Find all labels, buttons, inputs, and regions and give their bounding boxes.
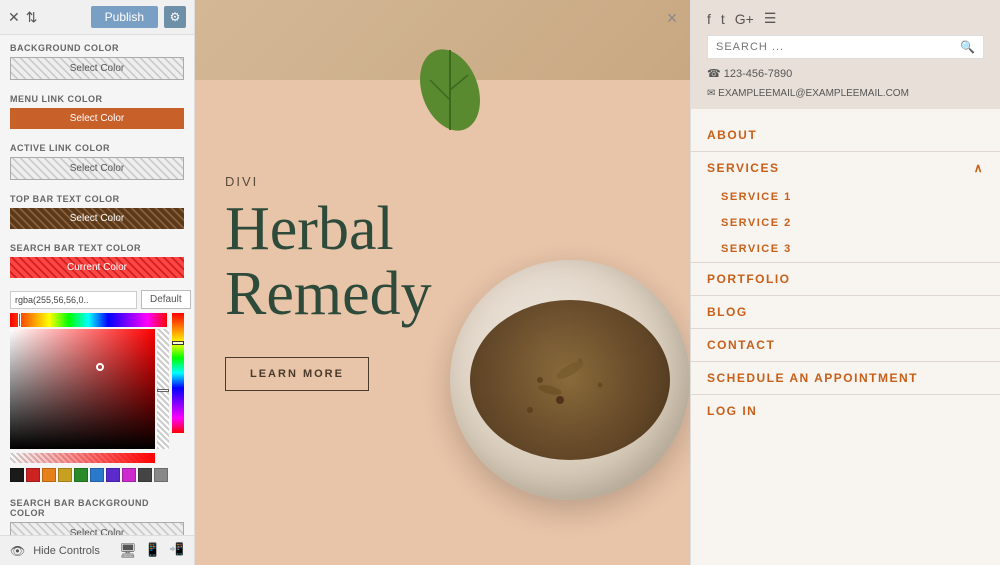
search-input[interactable] [716, 41, 960, 53]
active-link-color-label: ACTIVE LINK COLOR [10, 143, 184, 153]
nav-label-contact: CONTACT [707, 338, 775, 352]
close-x-icon: × [667, 8, 678, 29]
nav-sub-item-service2[interactable]: SERVICE 2 [691, 210, 1000, 236]
menu-link-color-section: MENU LINK COLOR Select Color [0, 86, 194, 135]
top-bar-text-color-button[interactable]: Select Color [10, 208, 184, 229]
gear-button[interactable]: ⚙ [164, 6, 186, 28]
swatch-yellow[interactable] [58, 468, 72, 482]
rss-icon[interactable]: ☰ [764, 10, 777, 27]
alpha-slider-v[interactable] [157, 329, 169, 449]
tablet-icon[interactable]: 📱 [145, 542, 161, 559]
swatch-darkgray[interactable] [138, 468, 152, 482]
nav-sub-item-service1[interactable]: SERVICE 1 [691, 184, 1000, 210]
search-bar-bg-button[interactable]: Select Color [10, 522, 184, 535]
top-bar-text-color-section: TOP BAR TEXT COLOR Select Color [0, 186, 194, 235]
close-icon[interactable]: ✕ [8, 9, 20, 26]
phone-text: ☎ 123-456-7890 [707, 67, 792, 80]
picker-cursor [96, 363, 104, 371]
menu-link-color-button[interactable]: Select Color [10, 108, 184, 129]
desktop-icon[interactable]: 🖥 [119, 542, 137, 559]
search-icon: 🔍 [960, 40, 975, 54]
chevron-up-icon: ∧ [974, 161, 984, 175]
search-bar[interactable]: 🔍 [707, 35, 984, 59]
sort-icon[interactable]: ⇅ [26, 9, 38, 26]
nav-item-portfolio[interactable]: PORTFOLIO [691, 263, 1000, 295]
twitter-icon[interactable]: t [721, 11, 725, 27]
nav-sub-item-service3[interactable]: SERVICE 3 [691, 236, 1000, 262]
swatch-black[interactable] [10, 468, 24, 482]
swatch-orange[interactable] [42, 468, 56, 482]
picker-body [10, 329, 184, 449]
navigation-section: ABOUT SERVICES ∧ SERVICE 1 SERVICE 2 SER… [691, 109, 1000, 437]
publish-button[interactable]: Publish [91, 6, 158, 28]
eye-icon: 👁 [10, 544, 25, 558]
color-picker[interactable] [10, 313, 184, 482]
nav-sub-label-service3: SERVICE 3 [721, 243, 792, 255]
background-color-button[interactable]: Select Color [10, 57, 184, 80]
menu-link-color-label: MENU LINK COLOR [10, 94, 184, 104]
search-bar-text-color-section: SEARCH BAR TEXT COLOR Current Color [0, 235, 194, 284]
background-color-section: BACKGROUND COLOR Select Color [0, 35, 194, 86]
herb-speckles [460, 290, 680, 470]
color-value-input[interactable] [10, 291, 137, 309]
nav-label-portfolio: PORTFOLIO [707, 272, 791, 286]
nav-label-blog: BLOG [707, 305, 748, 319]
panel-content: BACKGROUND COLOR Select Color MENU LINK … [0, 35, 194, 535]
swatch-blue[interactable] [90, 468, 104, 482]
view-icons: 🖥 📱 📲 [119, 542, 184, 559]
nav-item-login[interactable]: LOG IN [691, 395, 1000, 427]
alpha-indicator [157, 389, 169, 392]
swatch-pink[interactable] [122, 468, 136, 482]
email-text: ✉ EXAMPLEEMAIL@EXAMPLEEMAIL.COM [707, 88, 909, 99]
hue-strip[interactable] [10, 313, 167, 327]
nav-sub-label-service1: SERVICE 1 [721, 191, 792, 203]
nav-label-about: ABOUT [707, 128, 757, 142]
search-bar-bg-section: SEARCH BAR BACKGROUND COLOR Select Color [0, 490, 194, 535]
nav-label-services: SERVICES [707, 161, 779, 175]
nav-label-login: LOG IN [707, 404, 757, 418]
right-top-section: f t G+ ☰ 🔍 ☎ 123-456-7890 ✉ EXAMPLEEMAIL… [691, 0, 1000, 109]
nav-item-blog[interactable]: BLOG [691, 296, 1000, 328]
top-bar: ✕ ⇅ Publish ⚙ [0, 0, 194, 35]
swatch-purple[interactable] [106, 468, 120, 482]
nav-item-about[interactable]: ABOUT [691, 119, 1000, 151]
close-panel-button[interactable]: × [662, 8, 682, 28]
top-bar-text-color-label: TOP BAR TEXT COLOR [10, 194, 184, 204]
phone-row: ☎ 123-456-7890 [707, 67, 984, 80]
left-panel: ✕ ⇅ Publish ⚙ BACKGROUND COLOR Select Co… [0, 0, 195, 565]
active-link-color-section: ACTIVE LINK COLOR Select Color [0, 135, 194, 186]
search-bar-bg-label: SEARCH BAR BACKGROUND COLOR [10, 498, 184, 518]
saturation-box[interactable] [10, 329, 155, 449]
social-icons-row: f t G+ ☰ [707, 10, 984, 27]
color-swatches [10, 468, 184, 482]
swatch-gray[interactable] [154, 468, 168, 482]
mobile-icon[interactable]: 📲 [169, 542, 184, 559]
bottom-bar: 👁 Hide Controls 🖥 📱 📲 [0, 535, 194, 565]
nav-item-schedule[interactable]: SCHEDULE AN APPOINTMENT [691, 362, 1000, 394]
googleplus-icon[interactable]: G+ [735, 11, 754, 27]
center-area: × DIVI HerbalRemedy LEARN MORE [195, 0, 690, 565]
hide-controls-label[interactable]: Hide Controls [33, 545, 100, 557]
nav-sub-label-service2: SERVICE 2 [721, 217, 792, 229]
nav-label-schedule: SCHEDULE AN APPOINTMENT [707, 371, 918, 385]
swatch-red[interactable] [26, 468, 40, 482]
nav-item-contact[interactable]: CONTACT [691, 329, 1000, 361]
herb-bowl-image [420, 60, 690, 520]
alpha-slider-h[interactable] [10, 453, 155, 463]
email-row: ✉ EXAMPLEEMAIL@EXAMPLEEMAIL.COM [707, 88, 984, 99]
color-value-row: Default [0, 290, 194, 309]
hue-indicator [172, 341, 184, 345]
background-color-label: BACKGROUND COLOR [10, 43, 184, 53]
hue-slider[interactable] [172, 313, 184, 433]
active-link-color-button[interactable]: Select Color [10, 157, 184, 180]
learn-more-button[interactable]: LEARN MORE [225, 357, 369, 391]
facebook-icon[interactable]: f [707, 11, 711, 27]
swatch-green[interactable] [74, 468, 88, 482]
search-bar-text-color-button[interactable]: Current Color [10, 257, 184, 278]
vertical-sliders [157, 329, 169, 449]
default-button[interactable]: Default [141, 290, 191, 309]
right-panel: f t G+ ☰ 🔍 ☎ 123-456-7890 ✉ EXAMPLEEMAIL… [690, 0, 1000, 565]
nav-item-services[interactable]: SERVICES ∧ [691, 152, 1000, 184]
search-bar-text-color-label: SEARCH BAR TEXT COLOR [10, 243, 184, 253]
